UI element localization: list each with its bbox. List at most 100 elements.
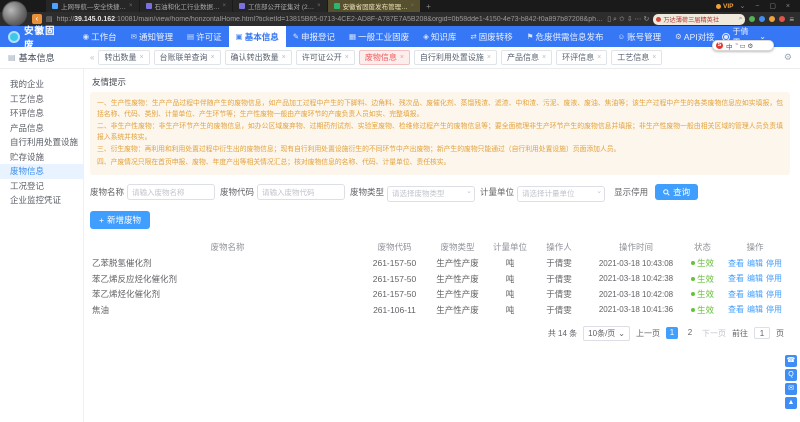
browser-tab-2[interactable]: 石油和化工行业数据… × [140,0,234,12]
back-to-top-button[interactable]: ▲ [785,397,797,409]
tab-ledger-query[interactable]: 台账联单查询× [154,50,221,65]
qq-service-button[interactable]: Q [785,369,797,381]
phone-service-button[interactable]: ☎ [785,355,797,367]
cell-waste-code: 261-157-50 [363,289,426,299]
close-icon[interactable]: × [652,54,656,61]
close-icon[interactable]: × [211,54,215,61]
page-2-button[interactable]: 2 [684,327,696,339]
nav-item-industrial-waste[interactable]: ▦一般工业固废 [342,26,416,47]
edit-link[interactable]: 编辑 [747,290,763,299]
close-icon[interactable]: × [129,3,133,9]
sidebar-item-product-info[interactable]: 产品信息 [0,121,83,136]
browser-toolbar-icons[interactable]: ▯ ⌕ ✩ ⇩ ⋯ ↻ [607,15,649,24]
nav-item-knowledge[interactable]: ◈知识库 [416,26,463,47]
view-link[interactable]: 查看 [728,305,744,314]
tab-waste-info-active[interactable]: 废物信息× [359,50,410,65]
tab-license-public[interactable]: 许可证公开× [296,50,355,65]
workbench-icon: ◉ [83,32,90,41]
waste-type-select[interactable] [387,186,475,202]
nav-item-transfer[interactable]: ⇄固废转移 [463,26,519,47]
knowledge-icon: ◈ [423,32,429,41]
unit-select[interactable] [517,186,605,202]
sidebar-item-process-info[interactable]: 工艺信息 [0,92,83,107]
prev-page-button[interactable]: 上一页 [636,328,660,339]
sidebar-item-storage-facility[interactable]: 贮存设施 [0,150,83,165]
browser-tab-3[interactable]: 工信部公开征集对 (2… × [233,0,328,12]
sidebar-item-eia-info[interactable]: 环评信息 [0,106,83,121]
search-icon[interactable]: ⌕ [739,15,743,23]
extension-icon-orange[interactable] [769,16,775,22]
view-link[interactable]: 查看 [728,259,744,268]
close-icon[interactable]: × [282,54,286,61]
nav-item-notice[interactable]: ✉通知管理 [124,26,180,47]
ime-icons[interactable]: ” ▭ ⚙ [736,42,754,50]
col-waste-name: 废物名称 [90,241,363,253]
close-icon[interactable]: × [597,54,601,61]
nav-item-supply-demand[interactable]: ⚑危废供需信息发布 [520,26,611,47]
search-button[interactable]: 查询 [655,184,698,200]
sidebar-item-my-company[interactable]: 我的企业 [0,77,83,92]
waste-name-input[interactable] [127,184,215,200]
tab-product-info[interactable]: 产品信息× [501,50,552,65]
menu-icon[interactable]: ≡ [789,15,794,24]
tab-confirm-transfer[interactable]: 确认转出数量× [225,50,292,65]
close-icon[interactable]: × [487,54,491,61]
search-engine-icon [656,17,661,22]
page-size-select[interactable]: 10条/页⌄ [583,326,630,341]
nav-item-basic-info-active[interactable]: ▣基本信息 [229,26,286,47]
close-icon[interactable]: × [411,3,415,9]
close-icon[interactable]: × [345,54,349,61]
tab-transfer-qty[interactable]: 转出数量× [98,50,149,65]
view-link[interactable]: 查看 [728,290,744,299]
next-page-button[interactable]: 下一页 [702,328,726,339]
url-input[interactable]: http://39.145.0.162:10081/main/view/home… [57,16,604,23]
browser-tab-1[interactable]: 上网导航—安全快捷… × [46,0,140,12]
browser-tab-4-active[interactable]: 安徽省固废发布管理… × [328,0,422,12]
disable-link[interactable]: 停用 [766,259,782,268]
ime-toolbar[interactable]: S 中 ” ▭ ⚙ [712,40,774,51]
ime-mode[interactable]: 中 [726,41,733,51]
extension-icon-green[interactable] [749,16,755,22]
transfer-icon: ⇄ [470,32,476,41]
edit-link[interactable]: 编辑 [747,259,763,268]
goto-page-input[interactable] [754,327,770,339]
cell-operator: 于倩雯 [531,257,587,269]
tab-process-info[interactable]: 工艺信息× [611,50,662,65]
tab-self-disposal[interactable]: 自行利用处置设施× [414,50,497,65]
browser-search-box[interactable]: 万达薄荷三届精英社 ⌕ [653,14,745,25]
extension-icon-blue[interactable] [759,16,765,22]
disable-link[interactable]: 停用 [766,305,782,314]
close-icon[interactable]: × [223,3,227,9]
nav-item-workbench[interactable]: ◉工作台 [76,26,124,47]
edit-link[interactable]: 编辑 [747,305,763,314]
tab-settings-gear-icon[interactable]: ⚙ [784,52,794,63]
close-icon[interactable]: × [139,54,143,61]
sidebar-item-monitor-cert[interactable]: 企业监控凭证 [0,193,83,208]
extension-icon-red[interactable] [779,16,785,22]
disable-link[interactable]: 停用 [766,290,782,299]
ime-logo-icon[interactable]: S [716,42,723,49]
waste-code-input[interactable] [257,184,345,200]
window-controls[interactable]: ⌄ − ▢ × [740,2,795,10]
show-disabled-toggle[interactable]: 显示停用 [614,186,648,198]
sidebar-item-condition-register[interactable]: 工况登记 [0,179,83,194]
add-waste-button[interactable]: + 新增废物 [90,211,150,229]
disable-link[interactable]: 停用 [766,274,782,283]
sidebar-item-self-disposal[interactable]: 自行利用处置设施 [0,135,83,150]
close-icon[interactable]: × [400,54,404,61]
field-label: 废物名称 [90,186,124,198]
scroll-left-icon[interactable]: « [90,53,94,62]
new-tab-button[interactable]: + [426,2,431,11]
close-icon[interactable]: × [317,3,321,9]
message-button[interactable]: ✉ [785,383,797,395]
nav-item-account[interactable]: ☺账号管理 [610,26,668,47]
view-link[interactable]: 查看 [728,274,744,283]
page-1-button[interactable]: 1 [666,327,678,339]
edit-link[interactable]: 编辑 [747,274,763,283]
close-icon[interactable]: × [542,54,546,61]
tab-eia-info[interactable]: 环评信息× [556,50,607,65]
nav-item-declare[interactable]: ✎申报登记 [286,26,342,47]
sidebar-item-waste-info-active[interactable]: 废物信息 [0,164,83,179]
nav-item-license[interactable]: ▤许可证 [180,26,229,47]
nav-label: 账号管理 [627,31,661,43]
